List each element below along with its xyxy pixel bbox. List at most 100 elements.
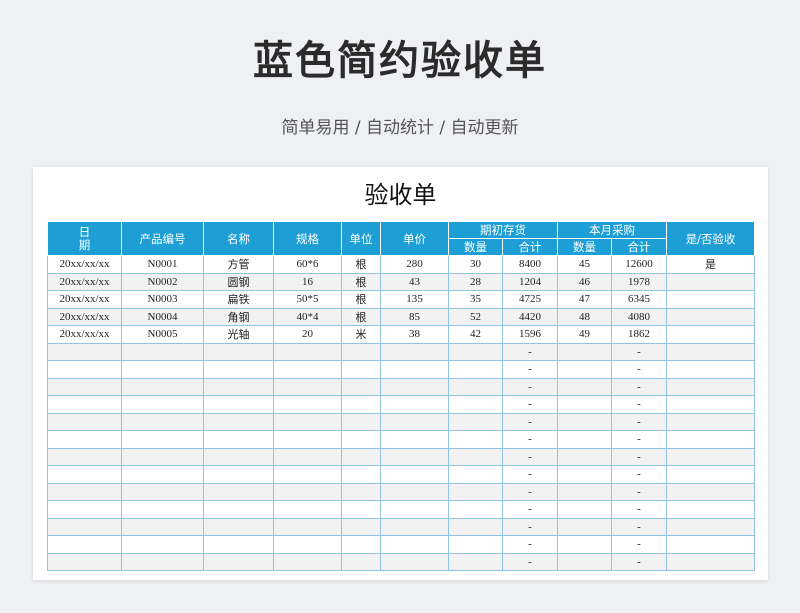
cell-date[interactable]: 20xx/xx/xx — [47, 325, 122, 344]
cell-code[interactable] — [121, 465, 204, 484]
cell-open-total[interactable]: - — [502, 395, 558, 414]
cell-price[interactable] — [380, 482, 449, 501]
cell-accepted[interactable] — [666, 342, 755, 361]
cell-name[interactable] — [203, 430, 274, 449]
cell-buy-total[interactable]: - — [611, 517, 667, 536]
cell-buy-qty[interactable] — [557, 500, 612, 519]
cell-date[interactable] — [47, 447, 122, 466]
cell-accepted[interactable] — [666, 395, 755, 414]
cell-buy-qty[interactable]: 46 — [557, 272, 612, 291]
cell-buy-total[interactable]: - — [611, 465, 667, 484]
cell-open-qty[interactable] — [448, 482, 503, 501]
cell-buy-total[interactable]: - — [611, 552, 667, 571]
cell-buy-qty[interactable]: 48 — [557, 307, 612, 326]
cell-date[interactable] — [47, 377, 122, 396]
cell-buy-qty[interactable] — [557, 447, 612, 466]
cell-buy-qty[interactable] — [557, 465, 612, 484]
cell-date[interactable]: 20xx/xx/xx — [47, 307, 122, 326]
cell-open-qty[interactable] — [448, 430, 503, 449]
cell-open-total[interactable]: 4420 — [502, 307, 558, 326]
cell-accepted[interactable] — [666, 307, 755, 326]
cell-open-total[interactable]: - — [502, 430, 558, 449]
cell-open-total[interactable]: - — [502, 552, 558, 571]
cell-open-total[interactable]: - — [502, 342, 558, 361]
cell-open-qty[interactable] — [448, 360, 503, 379]
cell-name[interactable]: 圆钢 — [203, 272, 274, 291]
cell-buy-qty[interactable]: 49 — [557, 325, 612, 344]
cell-accepted[interactable] — [666, 517, 755, 536]
cell-open-qty[interactable] — [448, 535, 503, 554]
cell-price[interactable]: 135 — [380, 290, 449, 309]
cell-price[interactable] — [380, 447, 449, 466]
cell-name[interactable] — [203, 395, 274, 414]
cell-name[interactable] — [203, 377, 274, 396]
cell-buy-total[interactable]: - — [611, 360, 667, 379]
cell-accepted[interactable] — [666, 360, 755, 379]
cell-open-qty[interactable] — [448, 377, 503, 396]
cell-buy-total[interactable]: - — [611, 395, 667, 414]
cell-open-total[interactable]: 1204 — [502, 272, 558, 291]
cell-buy-qty[interactable] — [557, 360, 612, 379]
cell-buy-qty[interactable] — [557, 342, 612, 361]
cell-price[interactable] — [380, 430, 449, 449]
cell-spec[interactable] — [273, 552, 342, 571]
cell-buy-qty[interactable] — [557, 482, 612, 501]
cell-date[interactable] — [47, 517, 122, 536]
cell-name[interactable] — [203, 360, 274, 379]
cell-name[interactable]: 扁铁 — [203, 290, 274, 309]
cell-date[interactable] — [47, 552, 122, 571]
cell-open-qty[interactable] — [448, 552, 503, 571]
cell-spec[interactable] — [273, 482, 342, 501]
cell-name[interactable] — [203, 342, 274, 361]
cell-accepted[interactable] — [666, 272, 755, 291]
cell-date[interactable] — [47, 412, 122, 431]
cell-open-qty[interactable]: 35 — [448, 290, 503, 309]
cell-open-qty[interactable] — [448, 500, 503, 519]
cell-price[interactable]: 38 — [380, 325, 449, 344]
cell-open-qty[interactable]: 52 — [448, 307, 503, 326]
cell-price[interactable] — [380, 360, 449, 379]
cell-unit[interactable] — [341, 430, 381, 449]
cell-buy-total[interactable]: - — [611, 412, 667, 431]
cell-unit[interactable] — [341, 517, 381, 536]
cell-date[interactable]: 20xx/xx/xx — [47, 255, 122, 274]
cell-accepted[interactable] — [666, 430, 755, 449]
cell-accepted[interactable] — [666, 377, 755, 396]
cell-open-total[interactable]: - — [502, 412, 558, 431]
cell-date[interactable] — [47, 395, 122, 414]
cell-name[interactable] — [203, 500, 274, 519]
cell-spec[interactable] — [273, 342, 342, 361]
cell-buy-total[interactable]: 6345 — [611, 290, 667, 309]
cell-name[interactable]: 方管 — [203, 255, 274, 274]
cell-price[interactable] — [380, 552, 449, 571]
cell-open-total[interactable]: 1596 — [502, 325, 558, 344]
cell-code[interactable] — [121, 517, 204, 536]
cell-accepted[interactable] — [666, 500, 755, 519]
cell-code[interactable] — [121, 535, 204, 554]
cell-buy-total[interactable]: - — [611, 377, 667, 396]
cell-buy-qty[interactable] — [557, 552, 612, 571]
cell-price[interactable]: 43 — [380, 272, 449, 291]
cell-spec[interactable] — [273, 412, 342, 431]
cell-buy-total[interactable]: - — [611, 342, 667, 361]
cell-name[interactable] — [203, 535, 274, 554]
cell-date[interactable] — [47, 342, 122, 361]
cell-buy-qty[interactable] — [557, 377, 612, 396]
cell-accepted[interactable] — [666, 535, 755, 554]
cell-buy-total[interactable]: 1978 — [611, 272, 667, 291]
cell-open-total[interactable]: - — [502, 360, 558, 379]
cell-name[interactable] — [203, 552, 274, 571]
cell-buy-total[interactable]: - — [611, 535, 667, 554]
cell-buy-total[interactable]: 12600 — [611, 255, 667, 274]
cell-spec[interactable]: 40*4 — [273, 307, 342, 326]
cell-unit[interactable] — [341, 535, 381, 554]
cell-spec[interactable] — [273, 517, 342, 536]
cell-name[interactable] — [203, 465, 274, 484]
cell-date[interactable] — [47, 430, 122, 449]
cell-buy-qty[interactable] — [557, 430, 612, 449]
cell-price[interactable] — [380, 377, 449, 396]
cell-code[interactable] — [121, 377, 204, 396]
cell-name[interactable] — [203, 517, 274, 536]
cell-code[interactable]: N0001 — [121, 255, 204, 274]
cell-accepted[interactable] — [666, 482, 755, 501]
